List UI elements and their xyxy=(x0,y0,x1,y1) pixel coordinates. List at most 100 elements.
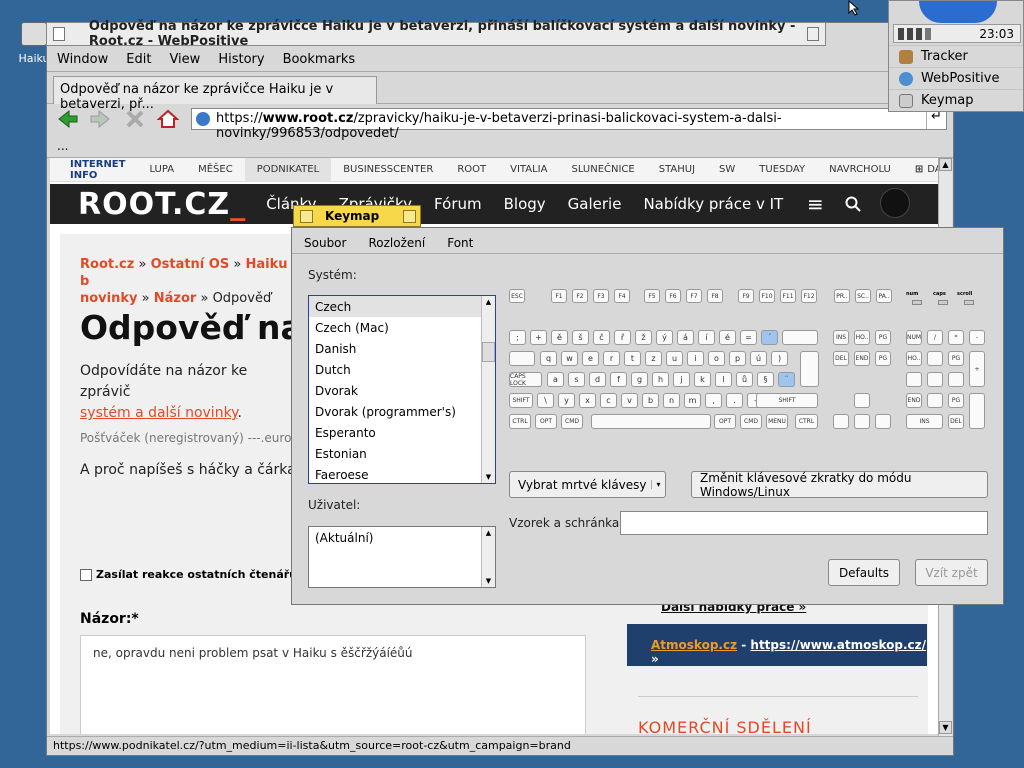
topnav-navrcholu[interactable]: NAVRCHOLU xyxy=(817,158,903,182)
keyboard-key[interactable]: ú xyxy=(750,351,767,366)
keyboard-key[interactable]: j xyxy=(673,372,690,387)
bookmarks-overflow[interactable]: ... xyxy=(57,139,68,153)
keyboard-key[interactable] xyxy=(927,393,943,408)
keyboard-key[interactable]: u xyxy=(666,351,683,366)
list-scrollbar[interactable]: ▲ ▼ xyxy=(481,296,495,483)
keyboard-key[interactable] xyxy=(927,351,943,366)
keyboard-key[interactable]: / xyxy=(927,330,943,345)
keyboard-key[interactable]: č xyxy=(593,330,610,345)
list-item[interactable]: Faeroese xyxy=(309,464,495,485)
list-item[interactable]: Danish xyxy=(309,338,495,359)
close-icon[interactable] xyxy=(53,27,65,41)
nav-prace[interactable]: Nabídky práce v IT xyxy=(643,195,783,213)
keyboard-key[interactable]: F9 xyxy=(738,289,754,303)
keyboard-key[interactable]: y xyxy=(558,393,575,408)
deskbar-item-keymap[interactable]: Keymap xyxy=(889,89,1023,111)
keyboard-key[interactable]: F11 xyxy=(780,289,796,303)
keyboard-key[interactable]: PR.. xyxy=(834,289,850,303)
close-icon[interactable] xyxy=(300,209,313,223)
topnav-podnikatel[interactable]: PODNIKATEL xyxy=(244,158,332,182)
keyboard-key[interactable]: F5 xyxy=(644,289,660,303)
hamburger-icon[interactable]: ≡ xyxy=(807,192,824,216)
menu-view[interactable]: View xyxy=(169,52,200,67)
topnav-slunecnice[interactable]: SLUNEČNICE xyxy=(559,158,646,182)
notify-checkbox-row[interactable]: Zasílat reakce ostatních čtenářů xyxy=(80,568,297,581)
keyboard-key[interactable]: v xyxy=(621,393,638,408)
keyboard-key[interactable] xyxy=(591,414,711,429)
url-field[interactable]: https://www.root.cz/zpravicky/haiku-je-v… xyxy=(191,108,947,141)
keyboard-key[interactable]: SHIFT xyxy=(509,393,533,408)
keyboard-key[interactable]: F8 xyxy=(707,289,723,303)
keyboard-key[interactable] xyxy=(509,351,535,366)
keyboard-key[interactable]: F7 xyxy=(686,289,702,303)
scroll-up-icon[interactable]: ▲ xyxy=(482,296,495,308)
keyboard-key[interactable]: ´ xyxy=(761,330,778,345)
list-item[interactable]: Dvorak (programmer's) xyxy=(309,401,495,422)
browser-title-tab[interactable]: Odpověď na názor ke zprávičce Haiku je v… xyxy=(46,19,826,49)
search-icon[interactable] xyxy=(845,196,861,212)
keyboard-key[interactable]: x xyxy=(579,393,596,408)
back-icon[interactable] xyxy=(57,109,79,129)
keyboard-key[interactable]: t xyxy=(624,351,641,366)
crumb-nazor[interactable]: Názor xyxy=(154,291,197,306)
go-icon[interactable]: ↵ xyxy=(926,109,946,129)
user-keymap-list[interactable]: (Aktuální) ▲ ▼ xyxy=(308,526,496,588)
keyboard-key[interactable]: d xyxy=(589,372,606,387)
topnav-lupa[interactable]: LUPA xyxy=(137,158,186,182)
keyboard-key[interactable]: HO.. xyxy=(854,330,870,345)
keyboard-key[interactable]: PG xyxy=(948,393,964,408)
keyboard-key[interactable]: F1 xyxy=(551,289,567,303)
crumb-article-end[interactable]: novinky xyxy=(80,291,138,306)
tray-icon[interactable] xyxy=(916,27,922,40)
menu-soubor[interactable]: Soubor xyxy=(304,236,346,250)
keyboard-key[interactable]: q xyxy=(540,351,557,366)
menu-window[interactable]: Window xyxy=(57,52,108,67)
keyboard-key[interactable]: \ xyxy=(537,393,554,408)
keyboard-key[interactable]: = xyxy=(740,330,757,345)
scroll-down-icon[interactable]: ▼ xyxy=(482,471,495,483)
topnav-businesscenter[interactable]: BUSINESSCENTER xyxy=(331,158,445,182)
list-item[interactable]: Esperanto xyxy=(309,422,495,443)
crumb-ostatni-os[interactable]: Ostatní OS xyxy=(151,257,230,272)
dead-keys-dropdown[interactable]: Vybrat mrtvé klávesy ▾ xyxy=(509,471,666,498)
keyboard-key[interactable] xyxy=(927,372,943,387)
keyboard-key[interactable] xyxy=(833,414,849,429)
keyboard-key[interactable]: g xyxy=(631,372,648,387)
leaf-menu-icon[interactable] xyxy=(919,1,997,23)
topnav-root[interactable]: ROOT xyxy=(445,158,498,182)
keyboard-key[interactable]: MENU xyxy=(766,414,788,429)
keyboard-key[interactable]: a xyxy=(547,372,564,387)
defaults-button[interactable]: Defaults xyxy=(828,559,900,586)
keyboard-key[interactable] xyxy=(854,414,870,429)
keyboard-key[interactable]: § xyxy=(757,372,774,387)
keyboard-key[interactable] xyxy=(969,393,985,429)
keyboard-key[interactable]: b xyxy=(642,393,659,408)
list-item[interactable]: Dvorak xyxy=(309,380,495,401)
keyboard-key[interactable]: F12 xyxy=(801,289,817,303)
keyboard-key[interactable]: f xyxy=(610,372,627,387)
menu-edit[interactable]: Edit xyxy=(126,52,151,67)
keyboard-key[interactable]: i xyxy=(687,351,704,366)
atmoskop-url[interactable]: https://www.atmoskop.cz/ xyxy=(750,638,926,652)
keyboard-key[interactable]: PG xyxy=(948,351,964,366)
keyboard-key[interactable] xyxy=(906,372,922,387)
keyboard-key[interactable]: PA.. xyxy=(876,289,892,303)
nav-galerie[interactable]: Galerie xyxy=(568,195,622,213)
crumb-root[interactable]: Root.cz xyxy=(80,257,134,272)
keyboard-key[interactable]: CTRL xyxy=(509,414,531,429)
keyboard-key[interactable]: , xyxy=(705,393,722,408)
atmoskop-name[interactable]: Atmoskop.cz xyxy=(651,638,737,652)
scroll-down-icon[interactable]: ▼ xyxy=(482,575,495,587)
keyboard-key[interactable]: F2 xyxy=(572,289,588,303)
keyboard-key[interactable]: PG xyxy=(875,330,891,345)
site-logo[interactable]: ROOT.CZ_ xyxy=(78,187,246,222)
keyboard-key[interactable]: CAPS LOCK xyxy=(509,372,542,387)
scroll-up-icon[interactable]: ▲ xyxy=(482,527,495,539)
stop-icon[interactable] xyxy=(124,109,146,129)
keyboard-key[interactable]: n xyxy=(663,393,680,408)
list-item[interactable]: Estonian xyxy=(309,443,495,464)
keyboard-key[interactable]: l xyxy=(715,372,732,387)
tray-icon[interactable] xyxy=(925,27,931,40)
keyboard-key[interactable]: é xyxy=(719,330,736,345)
keyboard-key[interactable]: SC.. xyxy=(855,289,871,303)
